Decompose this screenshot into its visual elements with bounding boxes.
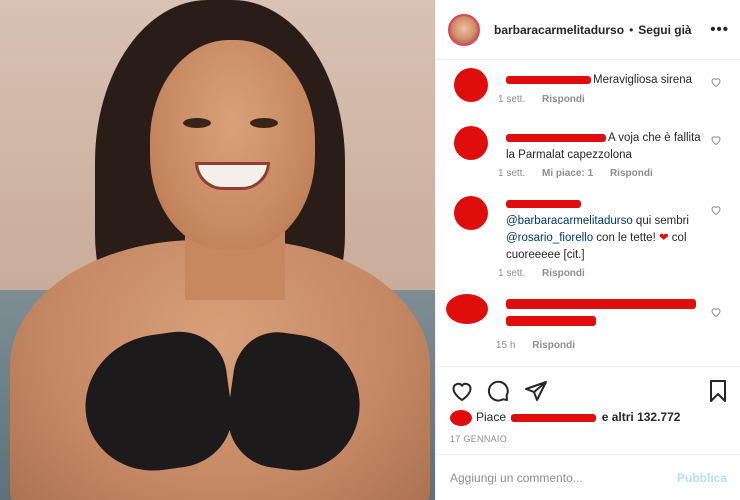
likes-count[interactable]: e altri 132.772	[602, 410, 681, 424]
post-actions-bar	[436, 366, 740, 416]
photo-face	[150, 40, 315, 250]
following-button[interactable]: Segui già	[638, 23, 691, 37]
author-username[interactable]: barbaracarmelitadurso	[494, 23, 624, 37]
like-comment-icon[interactable]	[710, 134, 722, 146]
comment-time: 15 h	[496, 340, 516, 351]
mention-link[interactable]: @barbaracarmelitadurso	[506, 215, 633, 227]
post-side-panel: barbaracarmelitadurso • Segui già ••• Me…	[435, 0, 740, 500]
post-header: barbaracarmelitadurso • Segui già •••	[436, 0, 740, 60]
comment-text: Meravigliosa sirena	[506, 72, 711, 89]
comment-text: A voja che è fallita la Parmalat capezzo…	[506, 130, 711, 164]
like-comment-icon[interactable]	[710, 76, 722, 88]
comment-meta: 1 sett. Rispondi	[498, 94, 599, 105]
author-avatar[interactable]	[448, 13, 480, 46]
redacted-username[interactable]	[506, 75, 591, 84]
comment-meta: 1 sett. Mi piace: 1 Rispondi	[498, 168, 667, 179]
photo-eye-right	[250, 118, 278, 128]
reply-button[interactable]: Rispondi	[610, 168, 653, 179]
like-comment-icon[interactable]	[710, 204, 722, 216]
like-comment-icon[interactable]	[710, 306, 722, 318]
heart-emoji: ❤	[658, 232, 669, 244]
likes-summary[interactable]: Piace e altri 132.772	[450, 410, 680, 426]
comment-item: Meravigliosa sirena 1 sett. Rispondi	[446, 68, 736, 118]
redacted-username[interactable]	[506, 298, 696, 309]
comment-item: A voja che è fallita la Parmalat capezzo…	[446, 126, 736, 186]
mention-link[interactable]: @rosario_fiorello	[506, 232, 593, 244]
comment-likes-count[interactable]: Mi piace: 1	[542, 168, 593, 179]
comment-bubble-icon[interactable]	[486, 379, 510, 403]
comments-list: Meravigliosa sirena 1 sett. Rispondi A v…	[436, 60, 740, 365]
comment-text	[506, 296, 711, 330]
post-photo[interactable]	[0, 0, 435, 500]
add-comment-bar: Pubblica	[436, 454, 740, 500]
reply-button[interactable]: Rispondi	[532, 340, 575, 351]
comment-input[interactable]	[450, 470, 677, 485]
comment-time: 1 sett.	[498, 168, 526, 179]
redacted-comment-body	[506, 315, 596, 326]
comment-item: @barbaracarmelitadurso qui sembri @rosar…	[446, 196, 736, 286]
save-bookmark-icon[interactable]	[706, 379, 730, 403]
publish-button[interactable]: Pubblica	[677, 471, 727, 485]
redacted-avatar[interactable]	[446, 294, 488, 324]
redacted-liker-avatar	[450, 410, 472, 426]
redacted-avatar[interactable]	[454, 126, 488, 160]
comment-text: @barbaracarmelitadurso qui sembri @rosar…	[506, 196, 711, 264]
likes-prefix: Piace	[476, 410, 507, 425]
redacted-liker-name[interactable]	[511, 414, 597, 422]
like-heart-icon[interactable]	[450, 379, 474, 403]
comment-time: 1 sett.	[498, 268, 526, 279]
comment-body: qui sembri	[632, 215, 689, 227]
photo-eye-left	[183, 118, 211, 128]
comment-item: 15 h Rispondi	[446, 294, 736, 364]
redacted-avatar[interactable]	[454, 68, 488, 102]
redacted-username[interactable]	[506, 199, 581, 208]
comment-time: 1 sett.	[498, 94, 526, 105]
comment-body: con le tette!	[593, 232, 659, 244]
reply-button[interactable]: Rispondi	[542, 94, 585, 105]
redacted-avatar[interactable]	[454, 196, 488, 230]
redacted-username[interactable]	[506, 133, 606, 142]
post-date[interactable]: 17 GENNAIO	[450, 434, 507, 444]
header-separator: •	[629, 22, 634, 37]
comment-body: Meravigliosa sirena	[593, 74, 693, 86]
share-paper-plane-icon[interactable]	[524, 379, 548, 403]
comment-meta: 15 h Rispondi	[496, 340, 589, 351]
comment-meta: 1 sett. Rispondi	[498, 268, 599, 279]
more-options-icon[interactable]: •••	[710, 21, 729, 38]
reply-button[interactable]: Rispondi	[542, 268, 585, 279]
